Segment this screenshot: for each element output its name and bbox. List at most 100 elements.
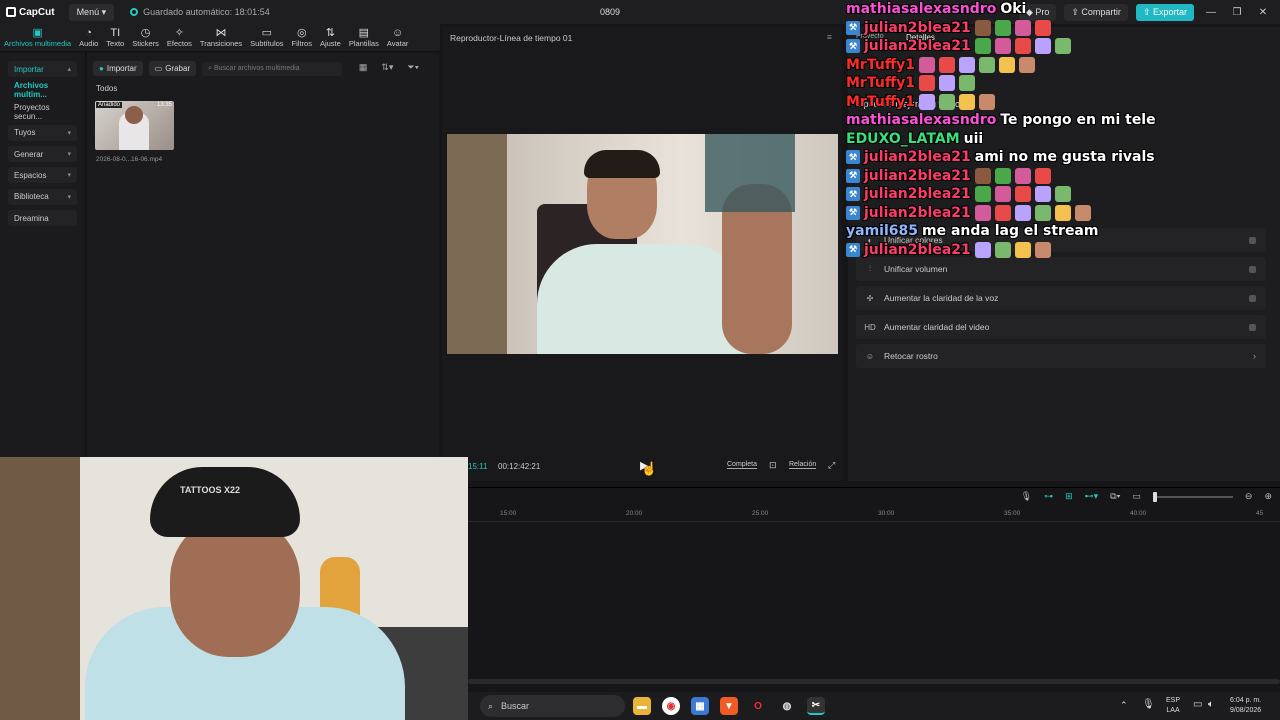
row-video-clarity[interactable]: HD Aumentar claridad del video: [856, 315, 1266, 339]
menu-button[interactable]: Menú ▾: [68, 3, 115, 21]
tool-effects[interactable]: ✧ Efectos: [163, 27, 196, 48]
chat-emote-icon: [994, 186, 1011, 203]
microphone-icon[interactable]: 🎙︎: [1021, 491, 1032, 502]
chat-message: ⚒ julian2blea21: [846, 241, 1280, 260]
subtitle-icon: ▭: [261, 27, 273, 39]
chat-message: yamil685 me anda lag el stream: [846, 222, 1280, 241]
row-retouch-face[interactable]: ☺ Retocar rostro ›: [856, 344, 1266, 368]
sidebar-item-spaces[interactable]: Espacios ▾: [8, 167, 77, 184]
media-search-input[interactable]: ⌕ Buscar archivos multimedia: [202, 61, 343, 76]
split-icon[interactable]: ⧉▾: [1110, 491, 1120, 502]
magnet-icon[interactable]: ⊞: [1065, 491, 1073, 502]
taskbar-search[interactable]: ⌕ Buscar: [480, 695, 625, 717]
timeline: 🎙︎ ⊶ ⊞ ⊷▾ ⧉▾ ▭ ⊖ ⊕ 15:00 20:00 25:00 30:…: [468, 487, 1280, 692]
chat-message: ⚒ julian2blea21: [846, 19, 1280, 38]
tool-adjust[interactable]: ⇅ Ajuste: [316, 27, 345, 48]
ruler-tick: 35:00: [1004, 510, 1021, 517]
tool-subtitles[interactable]: ▭ Subtítulos: [246, 27, 287, 48]
chat-emote-icon: [959, 56, 976, 73]
video-preview[interactable]: [447, 134, 838, 354]
row-voice-clarity[interactable]: ✣ Aumentar la claridad de la voz: [856, 286, 1266, 310]
link-icon[interactable]: ⊶: [1044, 491, 1053, 502]
zoom-in-icon[interactable]: ⊕: [1264, 491, 1272, 502]
sidebar-item-label: Archivos multim...: [14, 81, 49, 100]
chat-message: EDUXO_LATAM uii: [846, 130, 1280, 149]
snap-icon[interactable]: ⊷▾: [1085, 491, 1099, 502]
grid-view-icon[interactable]: ▦: [359, 62, 368, 73]
store-icon[interactable]: ▦: [691, 697, 709, 715]
full-quality-button[interactable]: Completa: [727, 461, 757, 469]
tool-templates[interactable]: ▤ Plantillas: [345, 27, 383, 48]
network-icon[interactable]: ▭: [1193, 699, 1202, 710]
sidebar-item-dreamina[interactable]: Dreamina: [8, 210, 77, 227]
clock[interactable]: 6:04 p. m. 9/08/2026: [1230, 696, 1261, 716]
timeline-scrollbar[interactable]: [468, 679, 1280, 684]
clip-duration: 13:35: [156, 102, 172, 108]
player-menu-icon[interactable]: ≡: [827, 32, 832, 42]
language-indicator[interactable]: ESP LAA: [1166, 696, 1180, 716]
row-label: Unificar volumen: [884, 264, 948, 274]
media-clip-thumbnail[interactable]: Añadido 13:35: [95, 101, 174, 150]
screenshot-icon[interactable]: ⊡: [769, 460, 777, 471]
chat-emote-icon: [974, 19, 991, 36]
record-button[interactable]: ▭ Grabar: [148, 61, 197, 76]
opera-icon[interactable]: O: [749, 697, 767, 715]
chevron-up-icon[interactable]: ⌃: [1120, 700, 1128, 711]
chat-username: mathiasalexasndro: [846, 1, 997, 18]
plus-icon: ●: [99, 64, 104, 73]
zoom-knob[interactable]: [1152, 491, 1157, 502]
microphone-icon[interactable]: 🎙︎: [1142, 699, 1155, 710]
added-badge: Añadido: [96, 102, 123, 108]
chat-emote-icon: [994, 241, 1011, 258]
sidebar-item-media-files[interactable]: Archivos multim...: [8, 81, 77, 100]
chat-emote-icon: [974, 186, 991, 203]
player-title: Reproductor-Línea de tiempo 01: [450, 33, 573, 43]
chat-emote-icon: [959, 75, 976, 92]
fullscreen-icon[interactable]: ⤢: [828, 460, 835, 471]
row-unify-volume[interactable]: ⫶ Unificar volumen: [856, 257, 1266, 281]
chat-username: MrTuffy1: [846, 75, 916, 92]
sidebar-item-import[interactable]: Importar ▴: [8, 61, 77, 77]
tool-transitions[interactable]: ⋈ Transiciones: [196, 27, 246, 48]
row-label: Aumentar claridad del video: [884, 322, 990, 332]
media-actions: ● Importar ▭ Grabar ⌕ Buscar archivos mult…: [93, 61, 343, 76]
toggle[interactable]: [1249, 294, 1256, 302]
tool-filters[interactable]: ◎ Filtros: [288, 27, 316, 48]
chat-emote-icon: [1034, 19, 1051, 36]
tool-stickers[interactable]: ◷ Stickers: [128, 27, 163, 48]
tool-media[interactable]: ▣ Archivos multimedia: [0, 27, 75, 48]
aspect-ratio-button[interactable]: Relación: [789, 461, 817, 469]
chat-username: julian2blea21: [864, 149, 971, 166]
toggle[interactable]: [1249, 323, 1256, 331]
sidebar-item-yours[interactable]: Tuyos ▾: [8, 124, 77, 141]
sticker-icon: ◷: [140, 27, 151, 39]
zoom-slider[interactable]: [1152, 491, 1233, 502]
preview-axis-icon[interactable]: ▭: [1132, 491, 1141, 502]
tool-text[interactable]: TI Texto: [102, 27, 128, 48]
import-button[interactable]: ● Importar: [93, 61, 143, 76]
sidebar-item-library[interactable]: Biblioteca ▾: [8, 188, 77, 205]
tool-avatar[interactable]: ☺ Avatar: [383, 27, 413, 48]
capcut-taskbar-icon[interactable]: ✂: [807, 697, 825, 715]
chat-message: ⚒ julian2blea21: [846, 167, 1280, 186]
chrome-icon[interactable]: ◉: [662, 697, 680, 715]
timeline-ruler[interactable]: 15:00 20:00 25:00 30:00 35:00 40:00 45: [468, 508, 1280, 522]
sidebar-item-generate[interactable]: Generar ▾: [8, 146, 77, 163]
ruler-tick: 20:00: [626, 510, 643, 517]
app-name: CapCut: [19, 6, 55, 18]
filter-all-label[interactable]: Todos: [96, 84, 117, 93]
sort-icon[interactable]: ⇅▾: [381, 62, 393, 73]
filter-icon[interactable]: ⏷▾: [407, 62, 419, 73]
sidebar-item-secondary-projects[interactable]: Proyectos secun...: [8, 103, 77, 121]
zoom-out-icon[interactable]: ⊖: [1245, 491, 1253, 502]
volume-icon[interactable]: 🔈︎: [1208, 699, 1214, 710]
file-explorer-icon[interactable]: ▬: [633, 697, 651, 715]
brave-icon[interactable]: ▼: [720, 697, 738, 715]
obs-icon[interactable]: ◍: [778, 697, 796, 715]
toggle[interactable]: [1249, 265, 1256, 273]
sidebar-item-label: Generar: [14, 149, 44, 159]
moderator-badge-icon: ⚒: [846, 20, 860, 35]
tool-audio[interactable]: ◔ Audio: [75, 27, 102, 48]
tool-label: Transiciones: [199, 39, 243, 48]
video-player: Reproductor-Línea de tiempo 01 ≡ 15:11 0…: [442, 27, 842, 481]
